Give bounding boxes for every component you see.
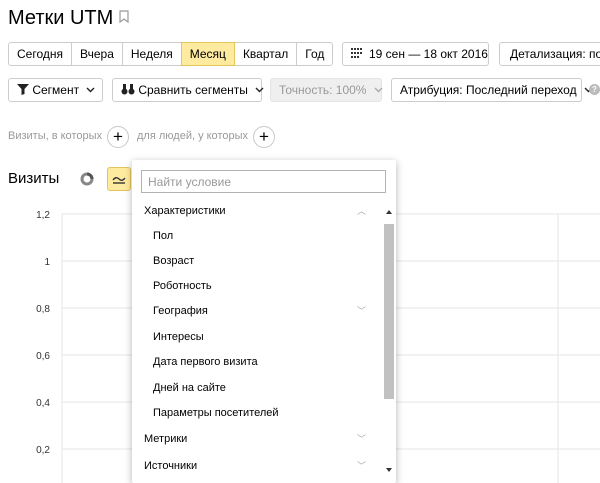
condition-label: Метрики xyxy=(144,433,188,445)
chevron-down-icon: ﹀ xyxy=(356,434,366,444)
chevron-down-icon: ﹀ xyxy=(356,461,366,471)
dropdown-scrollbar[interactable] xyxy=(382,204,396,483)
period-today[interactable]: Сегодня xyxy=(8,42,72,66)
condition-label: Источники xyxy=(144,460,198,472)
detail-select[interactable]: Детализация: по д xyxy=(499,42,600,66)
visits-condition-label: Визиты, в которых xyxy=(8,130,102,142)
condition-item[interactable]: Роботность xyxy=(132,275,386,297)
segment-label: Сегмент xyxy=(32,83,80,97)
condition-label: Роботность xyxy=(153,280,212,292)
bookmark-icon[interactable] xyxy=(119,6,129,29)
y-tick-label: 1 xyxy=(44,257,50,268)
page-title-text: Метки UTM xyxy=(8,7,114,29)
y-tick-label: 0,4 xyxy=(36,398,50,409)
condition-label: География xyxy=(153,305,208,317)
period-month[interactable]: Месяц xyxy=(180,42,235,66)
chevron-up-icon: ︿ xyxy=(356,206,366,216)
condition-label: Параметры посетителей xyxy=(153,407,279,419)
condition-label: Характеристики xyxy=(144,205,226,217)
condition-group[interactable]: Источники ﹀ xyxy=(132,455,386,477)
segment-button[interactable]: Сегмент xyxy=(8,78,103,102)
page-title: Метки UTM xyxy=(8,7,129,30)
condition-label: Возраст xyxy=(153,255,195,267)
condition-label: Пол xyxy=(153,230,174,242)
condition-item[interactable]: География ﹀ xyxy=(132,300,386,322)
condition-item[interactable]: Возраст xyxy=(132,250,386,272)
accuracy-select[interactable]: Точность: 100% xyxy=(270,78,383,102)
attribution-select[interactable]: Атрибуция: Последний переход xyxy=(391,78,593,102)
period-selector: Сегодня Вчера Неделя Месяц Квартал Год xyxy=(8,42,334,66)
period-year[interactable]: Год xyxy=(296,42,334,66)
condition-item[interactable]: Интересы xyxy=(132,326,386,348)
date-range-text: 19 сен — 18 окт 2016 xyxy=(369,47,488,61)
visits-title: Визиты xyxy=(8,170,60,187)
condition-label: Дата первого визита xyxy=(153,356,258,368)
compare-label: Сравнить сегменты xyxy=(138,83,248,97)
condition-item[interactable]: Пол xyxy=(132,225,386,247)
condition-group[interactable]: Характеристики ︿ xyxy=(132,200,386,222)
condition-dropdown: Характеристики ︿ Пол Возраст Роботность Геогр… xyxy=(132,160,396,483)
y-tick-label: 0,8 xyxy=(36,304,50,315)
add-visit-condition-button[interactable]: + xyxy=(107,126,129,148)
compare-segments-button[interactable]: Сравнить сегменты xyxy=(112,78,264,102)
condition-group[interactable]: Метрики ﹀ xyxy=(132,428,386,450)
period-yesterday[interactable]: Вчера xyxy=(71,42,123,66)
condition-item[interactable]: Дней на сайте xyxy=(132,377,386,399)
chevron-down-icon xyxy=(374,87,383,93)
pie-chart-icon[interactable] xyxy=(78,170,96,188)
condition-search-input[interactable] xyxy=(141,170,386,193)
accuracy-label: Точность: 100% xyxy=(279,83,367,97)
period-week[interactable]: Неделя xyxy=(121,42,182,66)
people-condition-label: для людей, у которых xyxy=(137,130,248,142)
scroll-thumb[interactable] xyxy=(384,224,394,399)
page: Метки UTM Сегодня Вчера Неделя Месяц Ква… xyxy=(0,0,600,483)
scroll-down-arrow-icon[interactable] xyxy=(386,468,392,472)
y-tick-label: 1,2 xyxy=(36,210,50,221)
chevron-down-icon xyxy=(255,87,264,93)
scroll-up-arrow-icon[interactable] xyxy=(386,210,392,214)
add-people-condition-button[interactable]: + xyxy=(253,126,275,148)
condition-label: Интересы xyxy=(153,331,204,343)
period-quarter[interactable]: Квартал xyxy=(233,42,298,66)
condition-label: Дней на сайте xyxy=(153,382,226,394)
attribution-label: Атрибуция: Последний переход xyxy=(400,83,577,97)
chevron-down-icon: ﹀ xyxy=(356,306,366,316)
help-icon[interactable]: ? xyxy=(589,84,600,95)
chevron-down-icon xyxy=(86,87,95,93)
compare-icon xyxy=(121,84,135,95)
filter-icon xyxy=(17,84,29,96)
line-chart-icon[interactable] xyxy=(107,167,131,191)
y-tick-label: 0,2 xyxy=(36,445,50,456)
condition-item[interactable]: Параметры посетителей xyxy=(132,402,386,424)
calendar-icon xyxy=(351,43,363,65)
condition-item[interactable]: Дата первого визита xyxy=(132,351,386,373)
date-range-button[interactable]: 19 сен — 18 окт 2016 xyxy=(342,42,489,66)
y-tick-label: 0,6 xyxy=(36,351,50,362)
